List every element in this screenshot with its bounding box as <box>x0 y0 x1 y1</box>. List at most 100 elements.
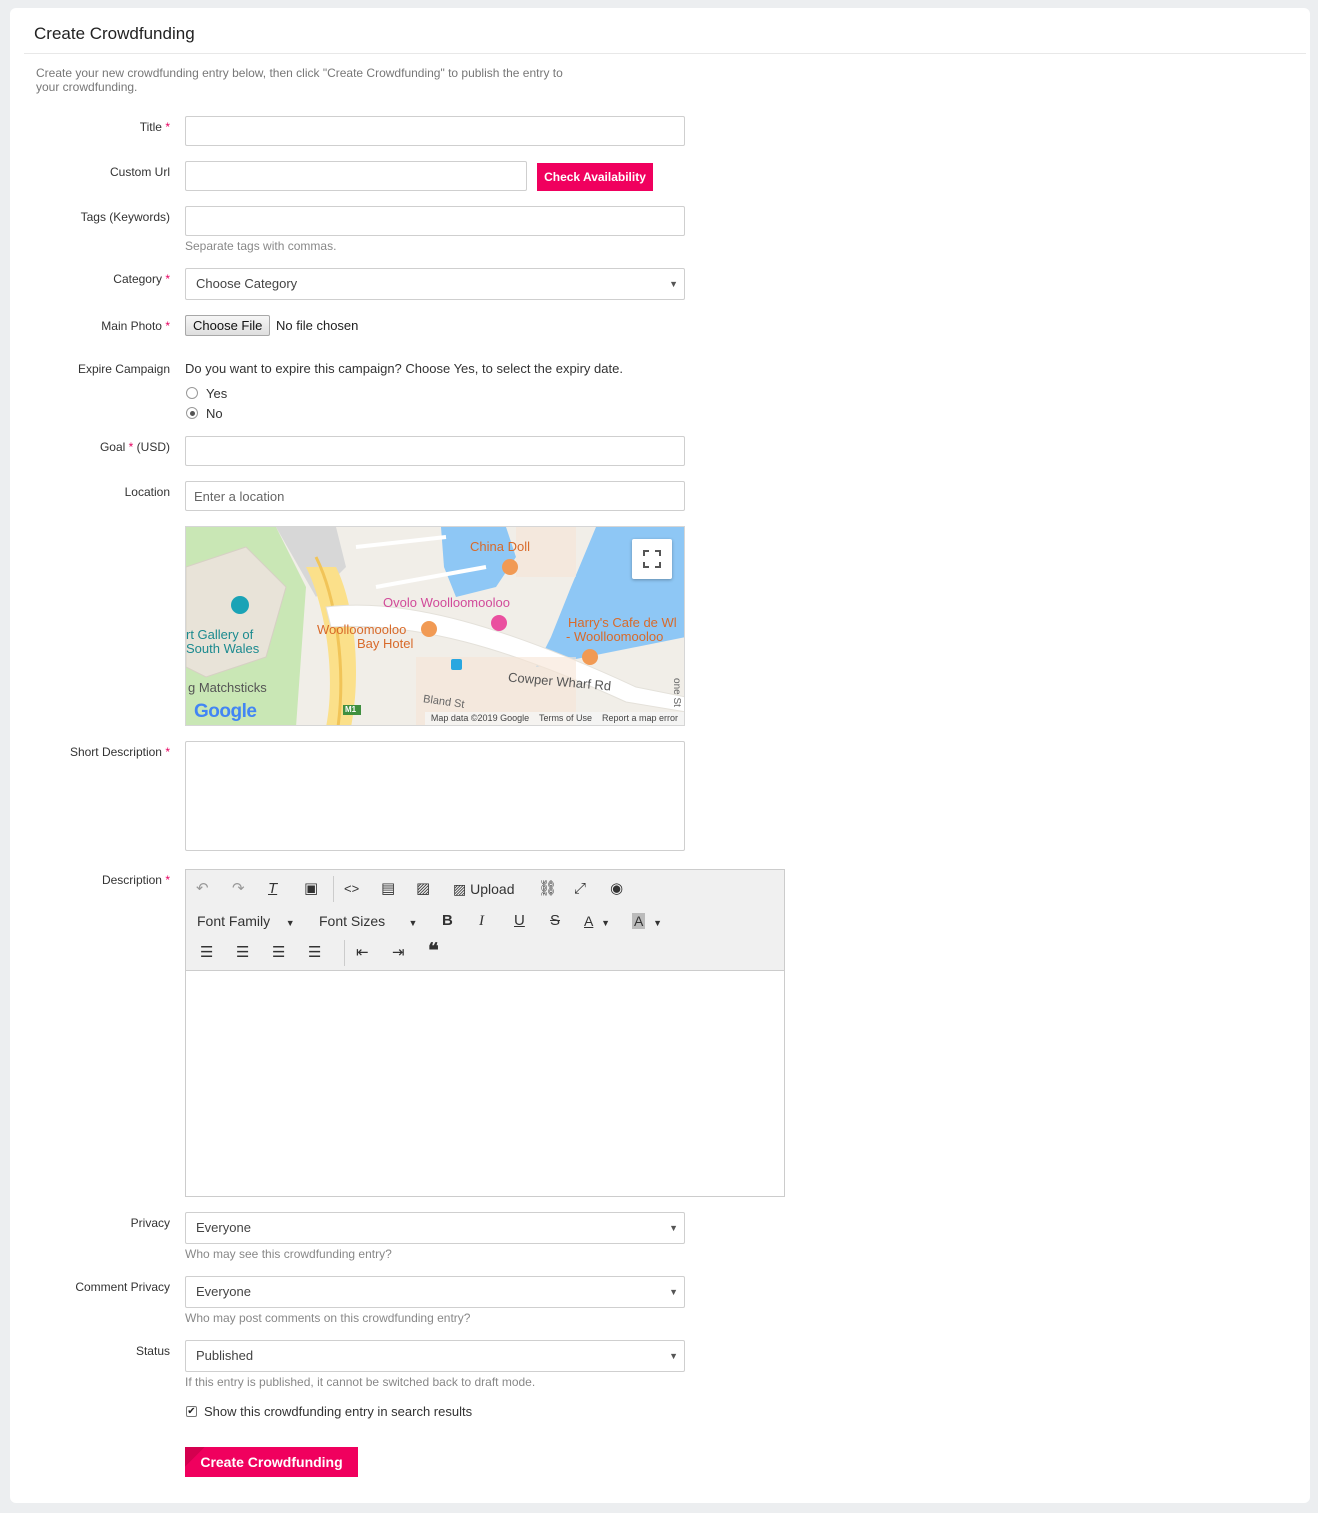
comment-privacy-help: Who may post comments on this crowdfundi… <box>185 1311 471 1325</box>
location-label: Location <box>124 485 170 499</box>
map-fullscreen-button[interactable] <box>632 539 672 579</box>
google-logo-text: Google <box>194 701 257 722</box>
align-justify-icon[interactable]: ☰ <box>308 944 321 962</box>
status-help: If this entry is published, it cannot be… <box>185 1375 536 1389</box>
underline-icon[interactable]: U <box>514 912 525 930</box>
indent-icon[interactable]: ⇥ <box>392 944 405 962</box>
location-input[interactable] <box>185 481 685 511</box>
map-label-china-doll: China Doll <box>470 539 530 554</box>
short-description-label-text: Short Description <box>69 745 162 759</box>
map-data-text: Map data ©2019 Google <box>430 713 530 723</box>
create-crowdfunding-button[interactable]: Create Crowdfunding <box>185 1447 358 1477</box>
align-right-icon[interactable]: ☰ <box>272 944 285 962</box>
status-select[interactable]: Published ▼ <box>185 1340 685 1372</box>
privacy-label: Privacy <box>130 1216 170 1230</box>
redo-icon[interactable]: ↷ <box>232 880 245 898</box>
goal-unit: (USD) <box>136 440 170 454</box>
blockquote-icon[interactable]: ❝ <box>428 941 439 961</box>
map-label-matchsticks: g Matchsticks <box>188 680 267 695</box>
description-label: Description * <box>102 873 170 887</box>
required-marker: * <box>165 120 170 134</box>
category-select[interactable]: Choose Category ▼ <box>185 268 685 300</box>
strikethrough-icon[interactable]: S <box>550 912 560 930</box>
search-results-label: Show this crowdfunding entry in search r… <box>204 1404 473 1419</box>
custom-url-input[interactable] <box>185 161 527 191</box>
intro-text: Create your new crowdfunding entry below… <box>36 66 563 94</box>
comment-privacy-label: Comment Privacy <box>75 1280 170 1294</box>
link-icon[interactable]: ⛓ <box>538 880 557 898</box>
description-editor[interactable]: ↶ ↷ T ▣ <> ▤ ▨ ▨ Upload ⛓ ⤢ ◉ Font Famil… <box>185 869 785 1197</box>
goal-input[interactable] <box>185 436 685 466</box>
upload-button[interactable]: ▨ Upload <box>453 881 515 898</box>
map-label-harrys-2: - Woolloomooloo <box>566 629 664 644</box>
undo-icon[interactable]: ↶ <box>196 880 209 898</box>
title-input[interactable] <box>185 116 685 146</box>
title-label-text: Title <box>139 120 162 134</box>
title-label: Title * <box>140 120 170 134</box>
code-icon[interactable]: <> <box>344 880 359 898</box>
description-label-text: Description <box>101 873 162 887</box>
map-terms-link[interactable]: Terms of Use <box>539 713 592 723</box>
upload-label: Upload <box>470 881 515 897</box>
map-label-bay-hotel-2: Bay Hotel <box>357 636 414 651</box>
font-family-label: Font Family <box>197 913 271 929</box>
comment-privacy-selected: Everyone <box>196 1284 251 1299</box>
chevron-down-icon: ▼ <box>669 1351 678 1361</box>
goal-label: Goal * (USD) <box>100 440 170 454</box>
radio-yes[interactable] <box>186 387 198 399</box>
custom-url-label: Custom Url <box>109 165 170 179</box>
required-marker: * <box>165 272 170 286</box>
radio-no[interactable] <box>186 407 198 419</box>
fullscreen-icon[interactable]: ⤢ <box>574 880 586 898</box>
outdent-icon[interactable]: ⇤ <box>356 944 369 962</box>
check-availability-button[interactable]: Check Availability <box>537 163 653 191</box>
toolbar-separator <box>344 940 345 966</box>
italic-icon[interactable]: I <box>479 912 484 930</box>
chevron-down-icon: ▼ <box>669 1223 678 1233</box>
google-logo: Google <box>194 701 257 723</box>
upload-icon: ▨ <box>453 881 467 897</box>
editor-toolbar: ↶ ↷ T ▣ <> ▤ ▨ ▨ Upload ⛓ ⤢ ◉ Font Famil… <box>186 870 784 971</box>
expire-yes-option[interactable]: Yes <box>186 386 227 401</box>
short-description-textarea[interactable] <box>185 741 685 851</box>
tags-help: Separate tags with commas. <box>185 239 337 253</box>
paste-icon[interactable]: ▣ <box>304 880 318 898</box>
choose-file-button[interactable]: Choose File <box>185 315 271 336</box>
align-left-icon[interactable]: ☰ <box>200 944 213 962</box>
location-map[interactable]: China Doll Ovolo Woolloomooloo Harry's C… <box>185 526 685 726</box>
bold-icon[interactable]: B <box>442 912 453 930</box>
goal-label-text: Goal <box>99 440 126 454</box>
privacy-help: Who may see this crowdfunding entry? <box>185 1247 392 1261</box>
align-center-icon[interactable]: ☰ <box>236 944 249 962</box>
category-label: Category * <box>113 272 170 286</box>
fullscreen-icon <box>643 550 661 568</box>
expire-question: Do you want to expire this campaign? Cho… <box>185 361 623 376</box>
font-family-dropdown[interactable]: Font Family ▼ <box>197 913 295 929</box>
chevron-down-icon: ▼ <box>285 918 295 928</box>
map-report-link[interactable]: Report a map error <box>602 713 678 723</box>
tags-input[interactable] <box>185 206 685 236</box>
map-label-art-gallery-2: South Wales <box>186 641 260 656</box>
required-marker: * <box>165 319 170 333</box>
text-color-dropdown[interactable]: A ▼ <box>584 913 610 929</box>
editor-content-area[interactable] <box>186 971 784 1196</box>
map-label-ovolo: Ovolo Woolloomooloo <box>383 595 510 610</box>
image-icon[interactable]: ▨ <box>416 880 430 898</box>
map-label-harrys-1: Harry's Cafe de Wl <box>568 615 677 630</box>
font-sizes-dropdown[interactable]: Font Sizes ▼ <box>319 913 417 929</box>
map-label-one-st: one St <box>670 678 682 707</box>
clear-format-icon[interactable]: T <box>268 880 277 898</box>
comment-privacy-select[interactable]: Everyone ▼ <box>185 1276 685 1308</box>
map-footer: Map data ©2019 Google Terms of Use Repor… <box>424 712 684 725</box>
preview-icon[interactable]: ◉ <box>610 880 623 898</box>
privacy-select[interactable]: Everyone ▼ <box>185 1212 685 1244</box>
short-description-label: Short Description * <box>70 745 170 759</box>
background-color-icon: A <box>632 913 646 929</box>
background-color-dropdown[interactable]: A ▼ <box>632 913 662 929</box>
media-icon[interactable]: ▤ <box>381 880 395 898</box>
status-selected: Published <box>196 1348 254 1363</box>
search-results-checkbox[interactable]: ✔ <box>186 1406 197 1417</box>
status-label: Status <box>135 1344 170 1358</box>
map-label-bay-hotel-1: Woolloomooloo <box>317 622 407 637</box>
expire-no-option[interactable]: No <box>186 406 223 421</box>
